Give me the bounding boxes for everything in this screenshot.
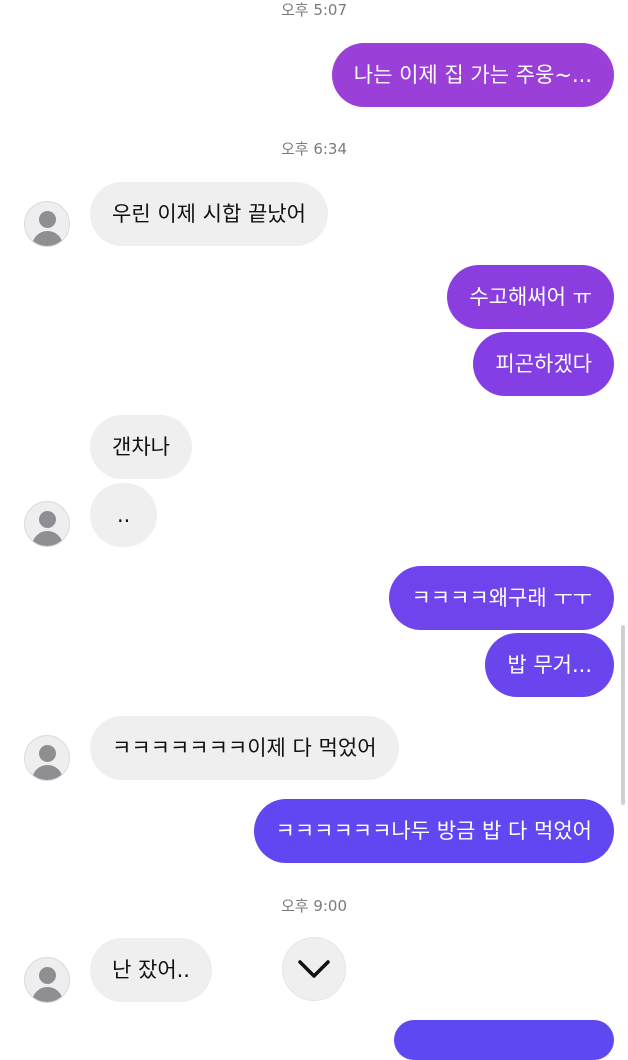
avatar[interactable] bbox=[24, 201, 70, 247]
default-person-icon bbox=[39, 211, 56, 228]
timestamp: 오후 5:07 bbox=[280, 1, 348, 19]
default-person-icon-body bbox=[32, 765, 63, 780]
default-person-icon bbox=[39, 967, 56, 984]
avatar[interactable] bbox=[24, 735, 70, 781]
incoming-message[interactable]: 난 잤어.. bbox=[90, 938, 212, 1002]
chevron-down-icon bbox=[298, 960, 330, 978]
incoming-message[interactable]: 갠차나 bbox=[90, 415, 192, 479]
default-person-icon bbox=[39, 511, 56, 528]
timestamp: 오후 9:00 bbox=[280, 897, 348, 915]
outgoing-message[interactable]: ㅋㅋㅋㅋ왜구래 ㅜㅜ bbox=[389, 566, 614, 630]
outgoing-message[interactable]: ㅋㅋㅋㅋㅋㅋ나두 방금 밥 다 먹었어 bbox=[253, 799, 614, 863]
outgoing-message[interactable]: 수고해써어 ㅠ bbox=[447, 265, 614, 329]
scroll-to-bottom-button[interactable] bbox=[282, 937, 346, 1001]
avatar[interactable] bbox=[24, 957, 70, 1003]
outgoing-message[interactable]: 나는 이제 집 가는 주웅~... bbox=[331, 43, 614, 107]
incoming-message[interactable]: .. bbox=[90, 483, 158, 547]
incoming-message[interactable]: ㅋㅋㅋㅋㅋㅋㅋ이제 다 먹었어 bbox=[90, 716, 399, 780]
timestamp: 오후 6:34 bbox=[280, 140, 348, 158]
default-person-icon bbox=[39, 745, 56, 762]
incoming-message[interactable]: 우린 이제 시합 끝났어 bbox=[90, 182, 328, 246]
outgoing-message-partial[interactable] bbox=[394, 1020, 614, 1060]
default-person-icon-body bbox=[32, 987, 63, 1002]
scrollbar-thumb[interactable] bbox=[621, 625, 625, 805]
avatar[interactable] bbox=[24, 501, 70, 547]
outgoing-message[interactable]: 밥 무거... bbox=[485, 633, 614, 697]
default-person-icon-body bbox=[32, 531, 63, 546]
default-person-icon-body bbox=[32, 231, 63, 246]
outgoing-message[interactable]: 피곤하겠다 bbox=[473, 332, 614, 396]
